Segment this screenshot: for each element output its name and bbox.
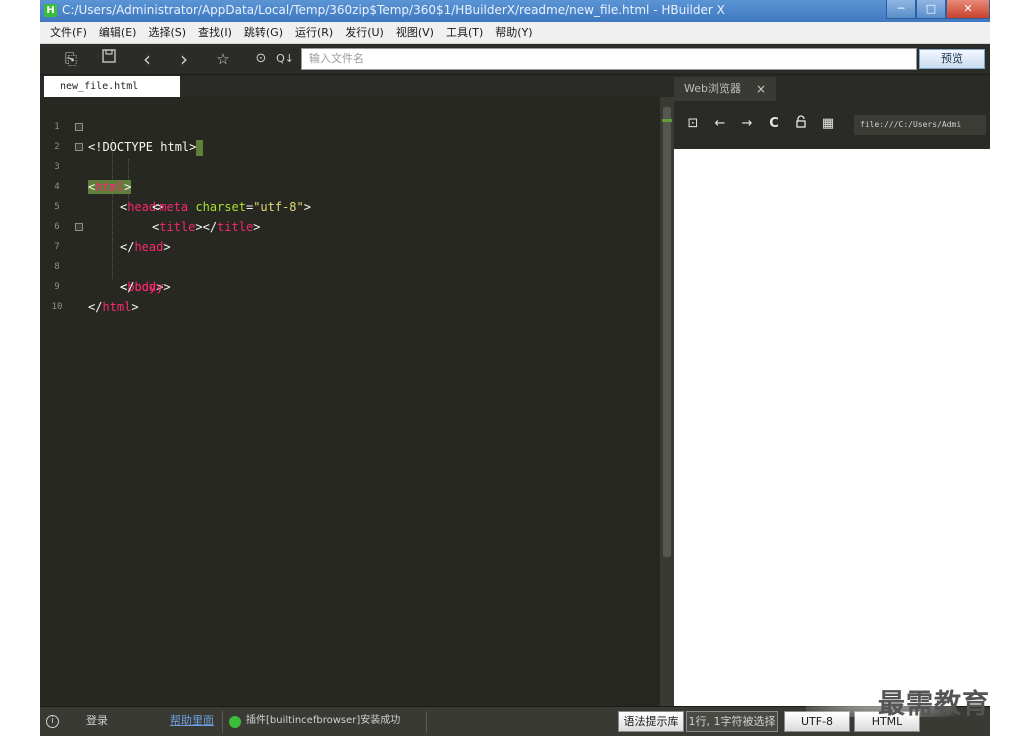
run-icon[interactable]: ⊙	[250, 49, 272, 69]
back-arrow-icon[interactable]: ←	[711, 115, 729, 133]
code-editor[interactable]: 1 <!DOCTYPE html> 2 <html> 3 <head> 4 <m…	[40, 97, 660, 706]
file-search-input[interactable]: 输入文件名	[301, 48, 917, 70]
window-title: C:/Users/Administrator/AppData/Local/Tem…	[62, 3, 725, 17]
browser-nav-bar: ⊡ ← → C ▦ file:///C:/Users/Admi	[674, 103, 990, 147]
menu-select[interactable]: 选择(S)	[142, 22, 192, 44]
info-icon[interactable]: i	[46, 715, 59, 728]
success-icon	[229, 716, 241, 728]
divider	[426, 711, 427, 733]
preview-button[interactable]: 预览	[919, 49, 985, 69]
tag-html-close: html	[102, 300, 132, 314]
code-line: 6 </head>	[40, 197, 660, 254]
fold-toggle-icon[interactable]	[75, 123, 83, 131]
code-line: 4 <meta charset="utf-8">	[40, 157, 660, 214]
help-link[interactable]: 帮助里面	[170, 707, 214, 736]
plugin-status-message: 插件[builtincefbrowser]安装成功	[246, 715, 401, 726]
menu-edit[interactable]: 编辑(E)	[93, 22, 143, 44]
lock-icon[interactable]	[792, 115, 810, 133]
syntax-hint-button[interactable]: 语法提示库	[618, 711, 684, 732]
web-browser-panel: Web浏览器 × ⊡ ← → C ▦ file:///C:/Users/Admi	[674, 75, 990, 706]
reload-icon[interactable]: C	[765, 115, 783, 133]
scrollbar-thumb[interactable]	[663, 107, 671, 557]
window-controls: ─ □ ✕	[886, 0, 990, 20]
scroll-marker	[662, 119, 672, 122]
app-window: H C:/Users/Administrator/AppData/Local/T…	[40, 0, 990, 736]
title-bar: H C:/Users/Administrator/AppData/Local/T…	[40, 0, 990, 22]
code-line: 2 <html>	[40, 117, 660, 194]
code-line: 9 </html>	[40, 257, 660, 314]
screenshot-icon[interactable]: ⊡	[684, 115, 702, 133]
forward-arrow-icon[interactable]: →	[738, 115, 756, 133]
menu-find[interactable]: 查找(I)	[192, 22, 238, 44]
search-icon[interactable]: Q↓	[272, 49, 298, 69]
menu-help[interactable]: 帮助(Y)	[489, 22, 538, 44]
tab-new-file[interactable]: new_file.html	[44, 76, 180, 97]
qrcode-icon[interactable]: ▦	[819, 115, 837, 133]
save-icon[interactable]	[98, 49, 120, 69]
star-icon[interactable]: ☆	[212, 49, 234, 69]
editor-scrollbar[interactable]	[660, 97, 674, 706]
code-line: 5 <title></title>	[40, 177, 660, 234]
hbuilder-logo-icon: H	[44, 4, 57, 17]
browser-url-field[interactable]: file:///C:/Users/Admi	[854, 115, 986, 135]
minimize-button[interactable]: ─	[886, 0, 916, 19]
divider	[222, 711, 223, 733]
close-icon[interactable]: ×	[756, 77, 766, 101]
menu-file[interactable]: 文件(F)	[44, 22, 93, 44]
menu-tools[interactable]: 工具(T)	[440, 22, 489, 44]
menu-view[interactable]: 视图(V)	[390, 22, 440, 44]
tab-web-browser[interactable]: Web浏览器 ×	[674, 77, 776, 101]
code-line: 8 </body>	[40, 237, 660, 294]
line-number: 10	[51, 302, 63, 312]
code-line: 7 <body>	[40, 217, 660, 294]
menu-run[interactable]: 运行(R)	[289, 22, 339, 44]
back-icon[interactable]: ‹	[136, 49, 158, 69]
forward-icon[interactable]: ›	[173, 49, 195, 69]
code-line: 10	[40, 277, 660, 312]
close-button[interactable]: ✕	[946, 0, 990, 19]
fold-toggle-icon[interactable]	[75, 143, 83, 151]
browser-viewport	[674, 149, 990, 706]
cursor-position[interactable]: 1行, 1字符被选择	[686, 711, 778, 732]
code-line: 3 <head>	[40, 137, 660, 214]
menu-goto[interactable]: 跳转(G)	[238, 22, 289, 44]
menu-publish[interactable]: 发行(U)	[339, 22, 390, 44]
login-link[interactable]: 登录	[86, 707, 108, 736]
maximize-button[interactable]: □	[916, 0, 946, 19]
browser-tab-label: Web浏览器	[684, 82, 741, 95]
menu-bar: 文件(F) 编辑(E) 选择(S) 查找(I) 跳转(G) 运行(R) 发行(U…	[40, 22, 990, 44]
new-file-icon[interactable]: ⎘	[60, 49, 82, 69]
toolbar: ⎘ ‹ › ☆ ⊙ Q↓ 输入文件名 预览	[40, 44, 990, 75]
fold-toggle-icon[interactable]	[75, 223, 83, 231]
editor-tab-bar: new_file.html	[40, 75, 665, 97]
watermark: 最需教育	[878, 689, 990, 720]
code-line: 1 <!DOCTYPE html>	[40, 97, 660, 156]
